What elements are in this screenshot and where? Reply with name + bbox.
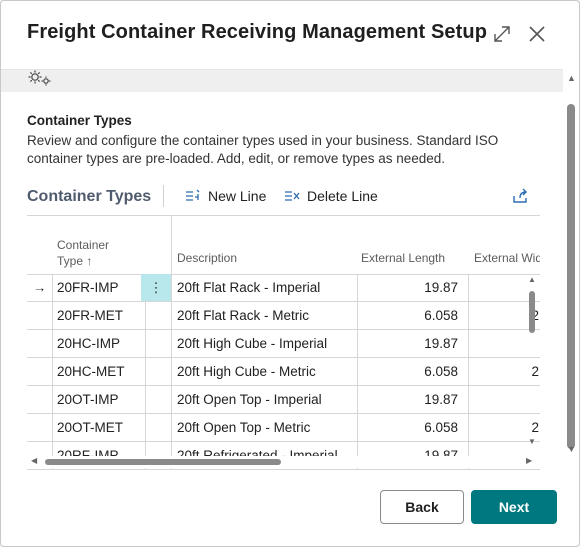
container-types-grid: Container Type ↑ Description External Le…: [27, 216, 540, 470]
grid-horizontal-thumb[interactable]: [45, 459, 281, 465]
row-menu-icon[interactable]: ⋮: [141, 274, 172, 301]
grid-horizontal-scrollbar[interactable]: ◀ ▶: [31, 456, 536, 468]
scroll-thumb[interactable]: [567, 104, 575, 449]
back-button[interactable]: Back: [380, 490, 464, 524]
new-line-label: New Line: [208, 188, 267, 204]
section-title: Container Types: [27, 113, 132, 128]
description-cell[interactable]: 20ft High Cube - Metric: [172, 358, 358, 385]
external-length-cell[interactable]: 6.058: [358, 358, 469, 385]
container-type-cell[interactable]: 20HC-MET: [52, 358, 146, 385]
row-menu-cell[interactable]: [141, 302, 172, 329]
scroll-down-icon[interactable]: ▼: [567, 444, 576, 454]
header-divider: [171, 216, 172, 274]
column-header-external-length[interactable]: External Length: [361, 251, 445, 265]
row-indicator: [27, 358, 53, 385]
row-menu-cell[interactable]: [141, 386, 172, 413]
gear-icon: [28, 70, 51, 86]
delete-line-icon: [285, 191, 300, 201]
external-length-cell[interactable]: 6.058: [358, 302, 469, 329]
column-header-external-width[interactable]: External Wid: [474, 251, 540, 265]
description-cell[interactable]: 20ft Open Top - Imperial: [172, 386, 358, 413]
grid-scroll-up-icon[interactable]: ▲: [528, 275, 536, 284]
row-menu-cell[interactable]: [141, 358, 172, 385]
toolbar-separator: [163, 185, 164, 207]
scroll-up-icon[interactable]: ▲: [567, 73, 576, 83]
container-type-cell[interactable]: 20FR-MET: [52, 302, 146, 329]
row-menu-cell[interactable]: [141, 330, 172, 357]
description-cell[interactable]: 20ft Open Top - Metric: [172, 414, 358, 441]
table-row[interactable]: 20OT-IMP 20ft Open Top - Imperial 19.87: [27, 386, 540, 414]
description-cell[interactable]: 20ft High Cube - Imperial: [172, 330, 358, 357]
setup-dialog: Freight Container Receiving Management S…: [0, 0, 580, 547]
table-row[interactable]: 20HC-MET 20ft High Cube - Metric 6.058 2: [27, 358, 540, 386]
row-indicator-icon: →: [27, 274, 53, 301]
row-indicator: [27, 330, 53, 357]
column-header-container-type[interactable]: Container Type ↑: [57, 237, 109, 269]
table-row[interactable]: 20FR-MET 20ft Flat Rack - Metric 6.058 2: [27, 302, 540, 330]
container-type-cell[interactable]: 20OT-IMP: [52, 386, 146, 413]
section-description: Review and configure the container types…: [27, 133, 499, 166]
expand-icon[interactable]: [491, 23, 513, 45]
delete-line-button[interactable]: Delete Line: [283, 188, 378, 204]
row-indicator: [27, 414, 53, 441]
grid-header: Container Type ↑ Description External Le…: [27, 216, 540, 275]
external-length-cell[interactable]: 19.87: [358, 386, 469, 413]
close-icon[interactable]: [526, 23, 548, 45]
dialog-title: Freight Container Receiving Management S…: [27, 21, 488, 43]
row-indicator: [27, 302, 53, 329]
new-line-icon: [186, 189, 200, 201]
external-length-cell[interactable]: 6.058: [358, 414, 469, 441]
container-type-cell[interactable]: 20OT-MET: [52, 414, 146, 441]
banner: [1, 69, 563, 92]
container-type-cell[interactable]: 20FR-IMP: [52, 274, 146, 301]
grid-vertical-scrollbar[interactable]: ▲ ▼: [526, 275, 538, 450]
column-header-type-line1: Container: [57, 238, 110, 252]
description-cell[interactable]: 20ft Flat Rack - Imperial: [172, 274, 358, 301]
grid-vertical-thumb[interactable]: [529, 291, 535, 333]
part-title[interactable]: Container Types: [27, 188, 151, 206]
new-line-button[interactable]: New Line: [184, 188, 266, 204]
table-row[interactable]: 20OT-MET 20ft Open Top - Metric 6.058 2: [27, 414, 540, 442]
grid-scroll-left-icon[interactable]: ◀: [31, 456, 37, 465]
grid-scroll-right-icon[interactable]: ▶: [526, 456, 532, 465]
external-length-cell[interactable]: 19.87: [358, 330, 469, 357]
next-button[interactable]: Next: [471, 490, 557, 524]
delete-line-label: Delete Line: [307, 188, 378, 204]
row-indicator: [27, 386, 53, 413]
row-menu-cell[interactable]: [141, 414, 172, 441]
description-cell[interactable]: 20ft Flat Rack - Metric: [172, 302, 358, 329]
share-icon[interactable]: [511, 187, 529, 205]
dialog-scrollbar[interactable]: ▲ ▼: [564, 71, 578, 471]
external-length-cell[interactable]: 19.87: [358, 274, 469, 301]
grid-scroll-down-icon[interactable]: ▼: [528, 437, 536, 446]
column-header-type-line2: Type ↑: [57, 254, 93, 268]
column-header-description[interactable]: Description: [177, 251, 237, 265]
table-row[interactable]: 20HC-IMP 20ft High Cube - Imperial 19.87: [27, 330, 540, 358]
container-type-cell[interactable]: 20HC-IMP: [52, 330, 146, 357]
table-row[interactable]: → 20FR-IMP ⋮ 20ft Flat Rack - Imperial 1…: [27, 274, 540, 302]
